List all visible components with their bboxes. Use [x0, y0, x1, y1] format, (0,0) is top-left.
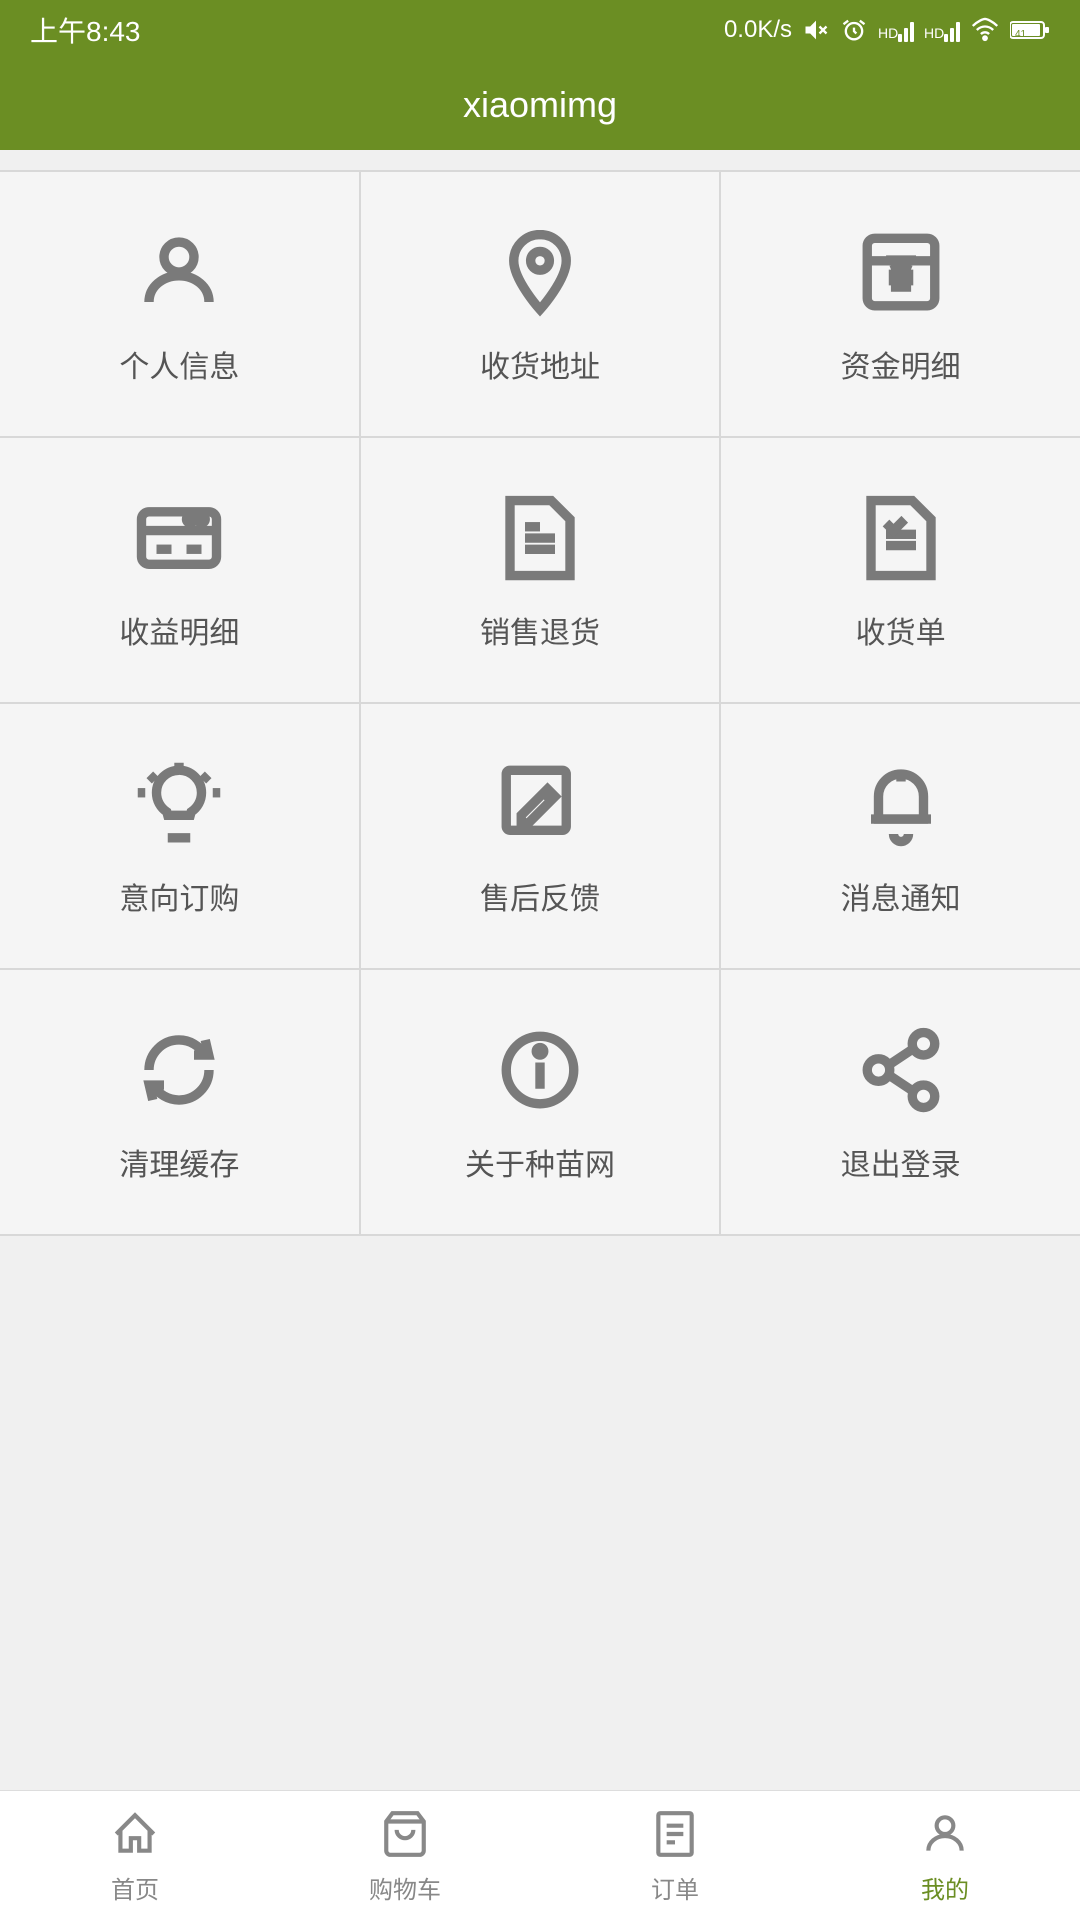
- signal-icon-1: HD: [878, 16, 914, 44]
- menu-item-fund-detail[interactable]: ¥ 资金明细: [721, 172, 1080, 436]
- main-content: 个人信息 收货地址 ¥ 资金明细: [0, 150, 1080, 1256]
- mute-icon: [802, 16, 830, 44]
- nav-label-home: 首页: [111, 1870, 159, 1905]
- menu-label-notification: 消息通知: [841, 874, 961, 918]
- menu-item-intent-order[interactable]: 意向订购: [0, 704, 359, 968]
- status-time: 上午8:43: [30, 10, 141, 50]
- menu-item-shipping-address[interactable]: 收货地址: [361, 172, 720, 436]
- nav-label-mine: 我的: [921, 1870, 969, 1905]
- bell-icon: [851, 754, 951, 854]
- cart-icon: [378, 1807, 433, 1862]
- location-icon: [490, 222, 590, 322]
- nav-label-orders: 订单: [651, 1870, 699, 1905]
- mine-icon: [918, 1807, 973, 1862]
- menu-label-personal-info: 个人信息: [119, 342, 239, 386]
- payment-icon: ¥: [851, 222, 951, 322]
- share-icon: [851, 1020, 951, 1120]
- menu-item-notification[interactable]: 消息通知: [721, 704, 1080, 968]
- network-speed: 0.0K/s: [724, 16, 792, 44]
- refresh-icon: [129, 1020, 229, 1120]
- menu-label-logout: 退出登录: [841, 1140, 961, 1184]
- home-icon: [108, 1807, 163, 1862]
- checklist-icon: [851, 488, 951, 588]
- nav-item-cart[interactable]: 购物车: [270, 1792, 540, 1920]
- signal-icon-2: HD: [924, 16, 960, 44]
- edit-icon: [490, 754, 590, 854]
- nav-item-mine[interactable]: 我的: [810, 1792, 1080, 1920]
- menu-label-fund-detail: 资金明细: [841, 342, 961, 386]
- battery-icon: 41: [1010, 16, 1050, 44]
- svg-text:HD: HD: [878, 25, 898, 41]
- card-icon: [129, 488, 229, 588]
- orders-icon: [648, 1807, 703, 1862]
- svg-text:HD: HD: [924, 25, 944, 41]
- nav-item-home[interactable]: 首页: [0, 1792, 270, 1920]
- svg-text:41: 41: [1015, 29, 1027, 40]
- nav-label-cart: 购物车: [369, 1870, 441, 1905]
- menu-label-receipt: 收货单: [856, 608, 946, 652]
- bottom-nav: 首页 购物车 订单 我的: [0, 1790, 1080, 1920]
- nav-item-orders[interactable]: 订单: [540, 1792, 810, 1920]
- menu-label-about: 关于种苗网: [465, 1140, 615, 1184]
- menu-label-sales-return: 销售退货: [480, 608, 600, 652]
- menu-item-clear-cache[interactable]: 清理缓存: [0, 970, 359, 1234]
- menu-label-intent-order: 意向订购: [119, 874, 239, 918]
- menu-item-revenue-detail[interactable]: 收益明细: [0, 438, 359, 702]
- status-bar: 上午8:43 0.0K/s HD HD 41: [0, 0, 1080, 60]
- alarm-icon: [840, 16, 868, 44]
- menu-item-after-sale[interactable]: 售后反馈: [361, 704, 720, 968]
- header-title: xiaomimg: [463, 84, 617, 126]
- status-icons: 0.0K/s HD HD 41: [724, 16, 1050, 44]
- menu-item-logout[interactable]: 退出登录: [721, 970, 1080, 1234]
- info-icon: [490, 1020, 590, 1120]
- app-header: xiaomimg: [0, 60, 1080, 150]
- wifi-icon: [970, 16, 1000, 44]
- menu-item-personal-info[interactable]: 个人信息: [0, 172, 359, 436]
- menu-item-about[interactable]: 关于种苗网: [361, 970, 720, 1234]
- menu-label-shipping-address: 收货地址: [480, 342, 600, 386]
- person-icon: [129, 222, 229, 322]
- menu-item-sales-return[interactable]: 销售退货: [361, 438, 720, 702]
- document-icon: [490, 488, 590, 588]
- menu-label-revenue-detail: 收益明细: [119, 608, 239, 652]
- menu-item-receipt[interactable]: 收货单: [721, 438, 1080, 702]
- menu-label-after-sale: 售后反馈: [480, 874, 600, 918]
- menu-label-clear-cache: 清理缓存: [119, 1140, 239, 1184]
- bulb-icon: [129, 754, 229, 854]
- menu-grid: 个人信息 收货地址 ¥ 资金明细: [0, 170, 1080, 1236]
